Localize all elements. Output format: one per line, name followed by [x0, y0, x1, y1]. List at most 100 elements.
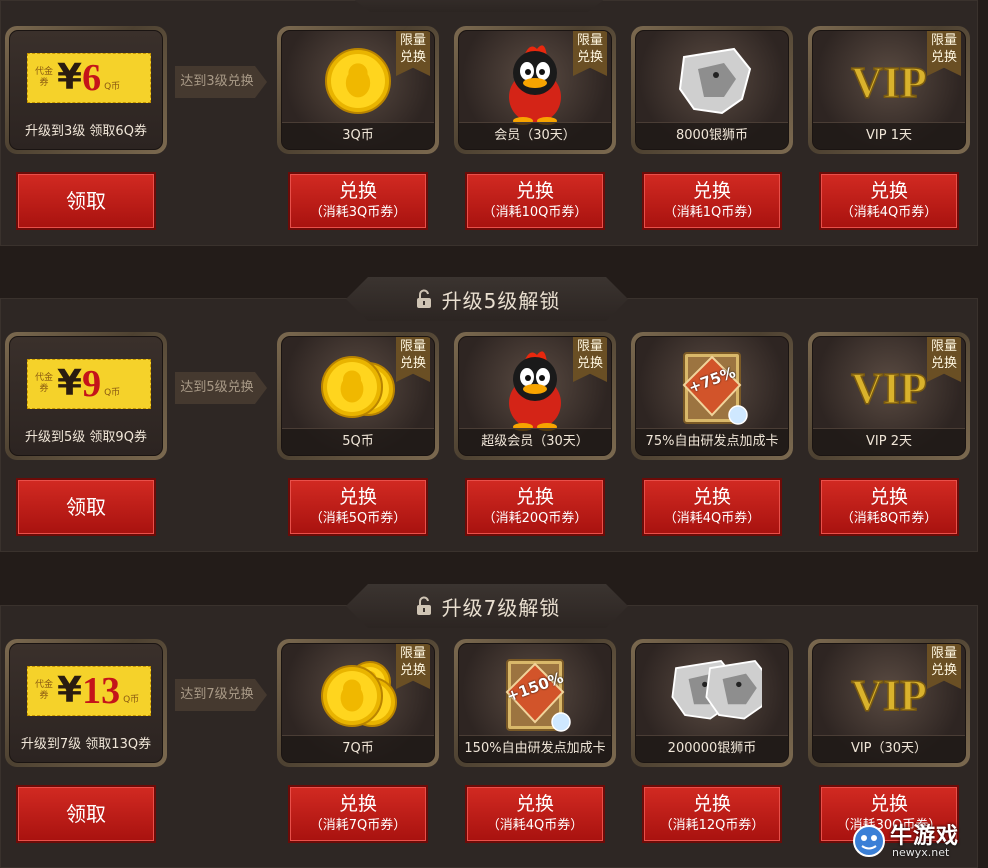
prize-caption: 超级会员（30天） [459, 428, 611, 455]
limited-tag-line1: 限量 [930, 33, 957, 48]
vip-badge-icon: VIP [850, 57, 927, 108]
claim-button[interactable]: 领取 [16, 478, 156, 536]
vip-badge-icon: VIP [850, 670, 927, 721]
limited-tag-line2: 兑换 [399, 356, 426, 371]
prize-card: +75% 75%自由研发点加成卡 [631, 332, 793, 460]
exchange-button-label: 兑换 [692, 793, 731, 815]
exchange-button-label: 兑换 [869, 180, 908, 202]
prize-card-inner: 限量 兑换超级会员（30天） [458, 336, 612, 456]
limited-tag-line1: 限量 [399, 339, 426, 354]
prize-card-inner: 限量 兑换 7Q币 [281, 643, 435, 763]
limited-tag-line1: 限量 [930, 339, 957, 354]
exchange-cost: （消耗1Q币券） [663, 205, 761, 220]
prize-caption: 7Q币 [282, 735, 434, 762]
prize-card-inner: 8000银狮币 [635, 30, 789, 150]
exchange-button-label: 兑换 [515, 793, 554, 815]
exchange-button-label: 兑换 [338, 486, 377, 508]
section-header: 升级5级解锁 [346, 277, 628, 321]
exchange-cost: （消耗4Q币券） [486, 818, 584, 833]
site-watermark: 牛游戏 newyx.net [852, 820, 982, 860]
limited-tag-line1: 限量 [576, 33, 603, 48]
prize-card-inner: 限量 兑换 会员（30天） [458, 30, 612, 150]
prize-card: VIP 限量 兑换 VIP 1天 [808, 26, 970, 154]
exchange-button[interactable]: 兑换 （消耗4Q币券） [465, 785, 605, 843]
section-header-title: 升级5级解锁 [441, 288, 561, 313]
voucher-currency: ¥ [57, 363, 83, 404]
limited-tag-line2: 兑换 [930, 50, 957, 65]
section-header-tab [352, 0, 606, 12]
voucher-currency: ¥ [57, 670, 83, 711]
claim-button[interactable]: 领取 [16, 785, 156, 843]
voucher-card-inner: 代金券 ¥13 Q币 升级到7级 领取13Q券 [9, 643, 163, 763]
prize-card-inner: 限量 兑换 5Q币 [281, 336, 435, 456]
claim-button[interactable]: 领取 [16, 172, 156, 230]
voucher-label: 代金券 [35, 373, 54, 394]
triple-qcoin-icon [321, 661, 397, 727]
q-coin-voucher: 代金券 ¥13 Q币 [27, 666, 151, 716]
voucher-card: 代金券 ¥6 Q币升级到3级 领取6Q券 [5, 26, 167, 154]
exchange-cost: （消耗4Q币券） [663, 511, 761, 526]
limited-tag-line2: 兑换 [399, 50, 426, 65]
exchange-cost: （消耗4Q币券） [840, 205, 938, 220]
exchange-button[interactable]: 兑换 （消耗5Q币券） [288, 478, 428, 536]
voucher-label: 代金券 [35, 67, 54, 88]
exchange-button[interactable]: 兑换 （消耗4Q币券） [819, 172, 959, 230]
prize-card-inner: +150% 150%自由研发点加成卡 [458, 643, 612, 763]
voucher-caption: 升级到5级 领取9Q券 [25, 430, 147, 445]
exchange-button-label: 兑换 [515, 486, 554, 508]
svg-text:VIP: VIP [851, 364, 927, 413]
voucher-caption: 升级到3级 领取6Q券 [25, 124, 147, 139]
exchange-button[interactable]: 兑换 （消耗12Q币券） [642, 785, 782, 843]
prize-card: 8000银狮币 [631, 26, 793, 154]
exchange-cost: （消耗10Q币券） [482, 205, 588, 220]
exchange-button[interactable]: 兑换 （消耗3Q币券） [288, 172, 428, 230]
prize-card-inner: 限量 兑换 3Q币 [281, 30, 435, 150]
limited-tag-line2: 兑换 [930, 663, 957, 678]
voucher-unit: Q币 [104, 388, 121, 398]
voucher-card-inner: 代金券 ¥6 Q币升级到3级 领取6Q券 [9, 30, 163, 150]
exchange-button[interactable]: 兑换 （消耗8Q币券） [819, 478, 959, 536]
exchange-button[interactable]: 兑换 （消耗10Q币券） [465, 172, 605, 230]
silver-lion-icon [678, 47, 752, 115]
prize-card-inner: 200000银狮币 [635, 643, 789, 763]
exchange-button[interactable]: 兑换 （消耗4Q币券） [642, 478, 782, 536]
exchange-cost: （消耗5Q币券） [309, 511, 407, 526]
q-coin-voucher: 代金券 ¥6 Q币 [27, 53, 151, 103]
limited-tag-line2: 兑换 [576, 356, 603, 371]
watermark-site: newyx.net [892, 846, 950, 859]
exchange-button-label: 兑换 [515, 180, 554, 202]
exchange-cost: （消耗12Q币券） [659, 818, 765, 833]
exchange-cost: （消耗7Q币券） [309, 818, 407, 833]
limited-tag-line2: 兑换 [930, 356, 957, 371]
exchange-button[interactable]: 兑换 （消耗20Q币券） [465, 478, 605, 536]
exchange-button[interactable]: 兑换 （消耗1Q币券） [642, 172, 782, 230]
prize-card: 限量 兑换 会员（30天） [454, 26, 616, 154]
level-requirement-arrow: 达到5级兑换 [175, 372, 267, 404]
prize-card: VIP 限量 兑换 VIP（30天） [808, 639, 970, 767]
limited-exchange-tag: 限量 兑换 [573, 337, 607, 382]
limited-exchange-tag: 限量 兑换 [927, 31, 961, 76]
prize-caption: 150%自由研发点加成卡 [459, 735, 611, 762]
exchange-button-label: 兑换 [338, 180, 377, 202]
prize-card: 限量 兑换超级会员（30天） [454, 332, 616, 460]
svg-text:VIP: VIP [851, 671, 927, 720]
level-requirement-arrow: 达到7级兑换 [175, 679, 267, 711]
prize-card: 限量 兑换 3Q币 [277, 26, 439, 154]
section-header: 升级7级解锁 [346, 584, 628, 628]
qq-penguin-super-member-icon [509, 351, 561, 431]
voucher-card: 代金券 ¥9 Q币 升级到5级 领取9Q券 [5, 332, 167, 460]
level-requirement-arrow: 达到3级兑换 [175, 66, 267, 98]
prize-card-inner: +75% 75%自由研发点加成卡 [635, 336, 789, 456]
voucher-card: 代金券 ¥13 Q币 升级到7级 领取13Q券 [5, 639, 167, 767]
prize-caption: VIP（30天） [813, 735, 965, 762]
prize-card: VIP 限量 兑换 VIP 2天 [808, 332, 970, 460]
limited-exchange-tag: 限量 兑换 [396, 31, 430, 76]
prize-caption: 200000银狮币 [636, 735, 788, 762]
claim-button-label: 领取 [66, 495, 106, 519]
limited-tag-line2: 兑换 [576, 50, 603, 65]
exchange-button[interactable]: 兑换 （消耗7Q币券） [288, 785, 428, 843]
limited-exchange-tag: 限量 兑换 [927, 337, 961, 382]
voucher-card-inner: 代金券 ¥9 Q币 升级到5级 领取9Q券 [9, 336, 163, 456]
exchange-button-label: 兑换 [338, 793, 377, 815]
newyx-logo-icon [853, 825, 885, 857]
